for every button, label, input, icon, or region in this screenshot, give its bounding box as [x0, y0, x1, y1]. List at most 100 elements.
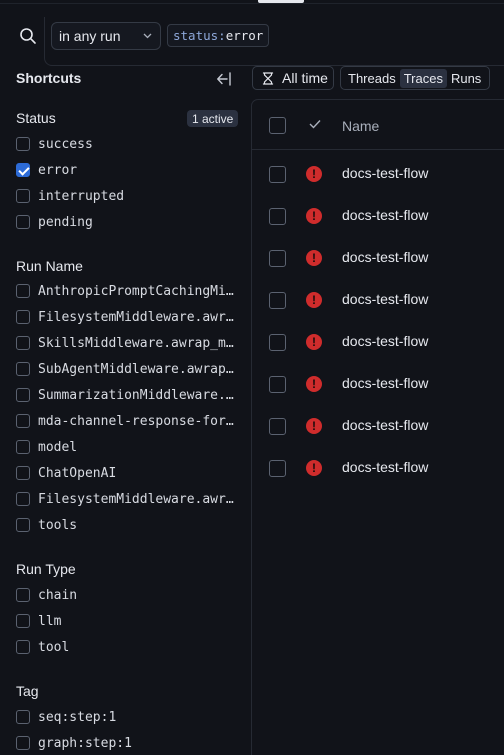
option-label: mda-channel-response-formatter	[38, 413, 234, 429]
run-name-option[interactable]: SummarizationMiddleware.awrap_model_call	[16, 385, 238, 405]
status-option-success[interactable]: success	[16, 134, 238, 154]
checkbox[interactable]	[16, 710, 30, 724]
chevron-down-icon	[143, 33, 152, 39]
option-label: llm	[38, 613, 62, 629]
row-checkbox[interactable]	[269, 208, 286, 225]
table-row[interactable]: ! docs-test-flow	[252, 193, 504, 235]
tab-runs[interactable]: Runs	[447, 69, 485, 88]
option-label: FilesystemMiddleware.awrap_model_call	[38, 309, 234, 325]
collapse-sidebar-icon[interactable]	[216, 71, 232, 87]
checkbox[interactable]	[16, 362, 30, 376]
table-row[interactable]: ! docs-test-flow	[252, 361, 504, 403]
header-divider	[0, 3, 504, 4]
option-label: SubAgentMiddleware.awrap_model_call	[38, 361, 234, 377]
run-name[interactable]: docs-test-flow	[342, 165, 428, 181]
filter-chip-status[interactable]: status: error	[167, 24, 270, 47]
checkbox[interactable]	[16, 414, 30, 428]
error-icon: !	[306, 460, 322, 476]
status-option-interrupted[interactable]: interrupted	[16, 186, 238, 206]
option-label: interrupted	[38, 188, 125, 204]
table-row[interactable]: ! docs-test-flow	[252, 151, 504, 193]
table-row[interactable]: ! docs-test-flow	[252, 235, 504, 277]
checkbox[interactable]	[16, 284, 30, 298]
time-range-label: All time	[282, 70, 328, 86]
run-name-section-title: Run Name	[16, 258, 83, 274]
option-label: tools	[38, 517, 78, 533]
checkbox[interactable]	[16, 492, 30, 506]
option-label: tool	[38, 639, 70, 655]
tab-threads[interactable]: Threads	[344, 69, 400, 88]
checkbox[interactable]	[16, 189, 30, 203]
run-name[interactable]: docs-test-flow	[342, 249, 428, 265]
row-checkbox[interactable]	[269, 166, 286, 183]
table-header: Name	[252, 100, 504, 150]
run-name[interactable]: docs-test-flow	[342, 459, 428, 475]
row-checkbox[interactable]	[269, 418, 286, 435]
run-name[interactable]: docs-test-flow	[342, 291, 428, 307]
run-name-option[interactable]: FilesystemMiddleware.awrap_model_call	[16, 307, 238, 327]
error-icon: !	[306, 418, 322, 434]
run-name-option[interactable]: tools	[16, 515, 238, 535]
view-tabs: Threads Traces Runs	[340, 66, 490, 90]
tag-option[interactable]: graph:step:1	[16, 733, 238, 753]
run-name-option[interactable]: FilesystemMiddleware.awrap_tool_call	[16, 489, 238, 509]
checkbox-checked[interactable]	[16, 163, 30, 177]
checkbox[interactable]	[16, 736, 30, 750]
table-row[interactable]: ! docs-test-flow	[252, 445, 504, 487]
name-column-header[interactable]: Name	[342, 118, 379, 134]
status-section-title: Status	[16, 110, 56, 126]
checkbox[interactable]	[16, 310, 30, 324]
row-checkbox[interactable]	[269, 460, 286, 477]
status-column-check-icon	[309, 120, 321, 129]
runs-table: Name ! docs-test-flow ! docs-test-flow !…	[251, 99, 504, 755]
time-range-button[interactable]: All time	[252, 66, 334, 90]
option-label: chain	[38, 587, 78, 603]
table-row[interactable]: ! docs-test-flow	[252, 403, 504, 445]
run-type-option[interactable]: tool	[16, 637, 238, 657]
checkbox[interactable]	[16, 518, 30, 532]
run-name-option[interactable]: mda-channel-response-formatter	[16, 411, 238, 431]
run-scope-select[interactable]: in any run	[51, 22, 161, 50]
run-name[interactable]: docs-test-flow	[342, 375, 428, 391]
option-label: graph:step:1	[38, 735, 132, 751]
run-name-option[interactable]: AnthropicPromptCachingMiddleware	[16, 281, 238, 301]
hourglass-icon	[262, 71, 274, 85]
run-name-option[interactable]: model	[16, 437, 238, 457]
row-checkbox[interactable]	[269, 376, 286, 393]
row-checkbox[interactable]	[269, 292, 286, 309]
checkbox[interactable]	[16, 640, 30, 654]
row-checkbox[interactable]	[269, 334, 286, 351]
checkbox[interactable]	[16, 588, 30, 602]
checkbox[interactable]	[16, 614, 30, 628]
search-icon[interactable]	[19, 27, 37, 45]
option-label: FilesystemMiddleware.awrap_tool_call	[38, 491, 234, 507]
run-type-option[interactable]: chain	[16, 585, 238, 605]
tab-traces[interactable]: Traces	[399, 68, 447, 88]
filter-separator: :	[218, 28, 226, 43]
run-name[interactable]: docs-test-flow	[342, 333, 428, 349]
status-option-error[interactable]: error	[16, 160, 238, 180]
checkbox[interactable]	[16, 388, 30, 402]
run-name-option[interactable]: SubAgentMiddleware.awrap_model_call	[16, 359, 238, 379]
checkbox[interactable]	[16, 215, 30, 229]
checkbox[interactable]	[16, 336, 30, 350]
error-icon: !	[306, 166, 322, 182]
checkbox[interactable]	[16, 466, 30, 480]
filter-value: error	[225, 28, 264, 43]
run-type-option[interactable]: llm	[16, 611, 238, 631]
run-name[interactable]: docs-test-flow	[342, 207, 428, 223]
option-label: error	[38, 162, 78, 178]
status-option-pending[interactable]: pending	[16, 212, 238, 232]
table-row[interactable]: ! docs-test-flow	[252, 277, 504, 319]
run-name-option[interactable]: ChatOpenAI	[16, 463, 238, 483]
sidebar-title: Shortcuts	[16, 70, 82, 86]
checkbox[interactable]	[16, 440, 30, 454]
select-all-checkbox[interactable]	[269, 117, 286, 134]
run-name[interactable]: docs-test-flow	[342, 417, 428, 433]
option-label: seq:step:1	[38, 709, 117, 725]
table-row[interactable]: ! docs-test-flow	[252, 319, 504, 361]
row-checkbox[interactable]	[269, 250, 286, 267]
tag-option[interactable]: seq:step:1	[16, 707, 238, 727]
checkbox[interactable]	[16, 137, 30, 151]
run-name-option[interactable]: SkillsMiddleware.awrap_model_call	[16, 333, 238, 353]
